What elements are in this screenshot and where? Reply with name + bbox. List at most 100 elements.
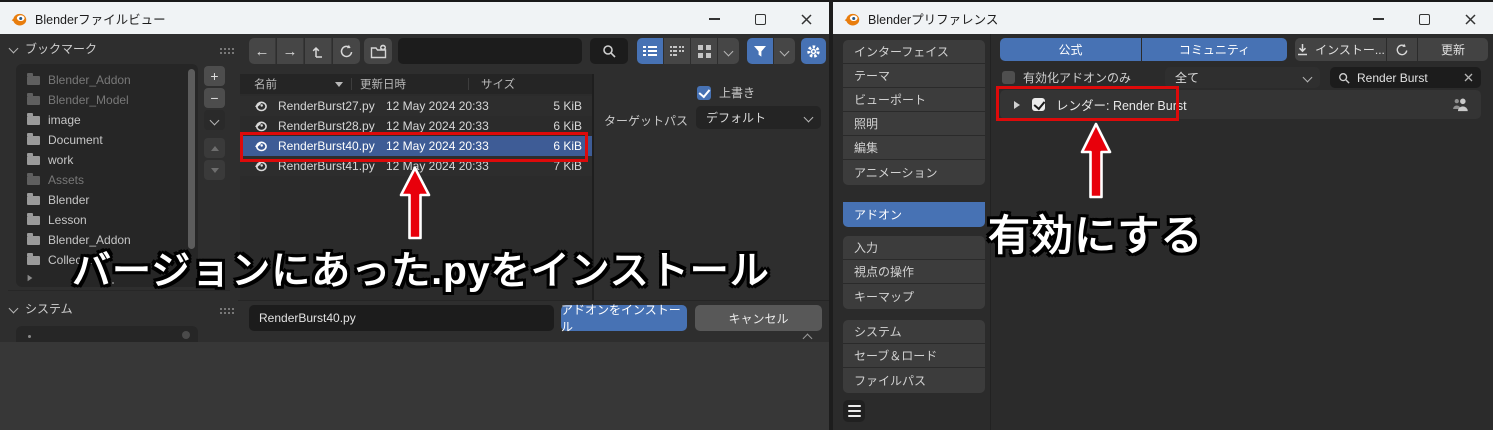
new-folder-button[interactable] bbox=[364, 38, 392, 64]
list-bullet-icon bbox=[28, 335, 31, 338]
minimize-button[interactable] bbox=[691, 4, 737, 34]
target-path-dropdown[interactable]: デフォルト bbox=[696, 106, 821, 129]
cancel-button[interactable]: キャンセル bbox=[695, 305, 822, 331]
tab-animation[interactable]: アニメーション bbox=[843, 160, 985, 185]
drag-handle-icon[interactable] bbox=[220, 47, 222, 50]
tab-input[interactable]: 入力 bbox=[843, 236, 985, 260]
file-date: 12 May 2024 20:33 bbox=[386, 99, 489, 113]
back-button[interactable]: ← bbox=[249, 38, 276, 64]
close-button[interactable] bbox=[1447, 4, 1493, 34]
file-row[interactable]: RenderBurst27.py 12 May 2024 20:33 5 KiB bbox=[240, 96, 592, 116]
move-bookmark-down-button[interactable] bbox=[204, 160, 225, 180]
tab-save-load[interactable]: セーブ＆ロード bbox=[843, 344, 985, 368]
tab-navigation[interactable]: 視点の操作 bbox=[843, 260, 985, 284]
search-icon bbox=[603, 45, 616, 58]
file-view-titlebar[interactable]: Blenderファイルビュー bbox=[0, 0, 829, 34]
view-horizontal-list-button[interactable] bbox=[664, 38, 690, 64]
folder-icon bbox=[27, 152, 40, 165]
move-bookmark-up-button[interactable] bbox=[204, 138, 225, 158]
parent-directory-button[interactable] bbox=[305, 38, 332, 64]
refresh-icon bbox=[340, 44, 353, 57]
chevron-down-icon bbox=[723, 46, 734, 56]
column-header-name[interactable]: 名前 bbox=[254, 76, 277, 92]
filename-filter-input[interactable] bbox=[398, 38, 582, 64]
tab-file-paths[interactable]: ファイルパス bbox=[843, 368, 985, 393]
tab-themes[interactable]: テーマ bbox=[843, 64, 985, 88]
column-divider[interactable] bbox=[468, 78, 469, 90]
settings-button[interactable] bbox=[801, 38, 826, 64]
minimize-icon bbox=[1372, 18, 1384, 20]
clear-search-icon[interactable] bbox=[1464, 73, 1473, 82]
remove-bookmark-button[interactable]: − bbox=[204, 88, 225, 108]
filename-input[interactable]: RenderBurst40.py bbox=[249, 305, 554, 331]
overwrite-option[interactable]: 上書き bbox=[697, 84, 755, 101]
bookmarks-scrollbar[interactable] bbox=[188, 69, 195, 249]
chevron-up-icon[interactable] bbox=[802, 333, 813, 344]
bookmarks-header[interactable]: ブックマーク bbox=[8, 40, 228, 57]
bookmark-item[interactable]: Document bbox=[16, 130, 198, 150]
maximize-button[interactable] bbox=[737, 4, 783, 34]
tab-viewport[interactable]: ビューポート bbox=[843, 88, 985, 112]
bookmark-label: Blender_Addon bbox=[48, 73, 131, 87]
view-thumbnail-button[interactable] bbox=[691, 38, 717, 64]
search-value: Render Burst bbox=[1357, 70, 1428, 85]
bookmark-item[interactable]: Blender bbox=[16, 190, 198, 210]
annotation-arrow-up bbox=[399, 166, 431, 240]
refresh-addons-button[interactable] bbox=[1387, 38, 1417, 61]
file-size: 6 KiB bbox=[553, 119, 582, 133]
bookmark-label: Blender bbox=[48, 193, 90, 207]
prefs-nav-group: システム セーブ＆ロード ファイルパス bbox=[843, 320, 985, 393]
chevron-down-icon bbox=[8, 43, 19, 54]
tab-interface[interactable]: インターフェイス bbox=[843, 40, 985, 64]
bookmark-item[interactable]: Blender_Model bbox=[16, 90, 198, 110]
bookmark-item[interactable]: Assets bbox=[16, 170, 198, 190]
install-button[interactable]: インストー... bbox=[1295, 38, 1386, 61]
category-dropdown[interactable]: 全て bbox=[1165, 67, 1320, 88]
tab-community[interactable]: コミュニティ bbox=[1142, 38, 1287, 61]
minimize-button[interactable] bbox=[1355, 4, 1401, 34]
bookmark-item[interactable]: Lesson bbox=[16, 210, 198, 230]
eject-icon[interactable] bbox=[182, 331, 190, 339]
tab-editing[interactable]: 編集 bbox=[843, 136, 985, 160]
bookmark-item[interactable]: image bbox=[16, 110, 198, 130]
tab-official[interactable]: 公式 bbox=[1000, 38, 1141, 61]
sort-descending-icon[interactable] bbox=[335, 81, 343, 87]
file-name: RenderBurst28.py bbox=[278, 119, 375, 133]
prefs-menu-button[interactable] bbox=[843, 400, 865, 422]
search-button[interactable] bbox=[590, 38, 628, 64]
close-button[interactable] bbox=[783, 4, 829, 34]
tab-keymap[interactable]: キーマップ bbox=[843, 284, 985, 309]
bookmark-label: Blender_Model bbox=[48, 93, 129, 107]
system-list bbox=[16, 326, 198, 342]
column-header-date[interactable]: 更新日時 bbox=[360, 76, 406, 92]
update-button[interactable]: 更新 bbox=[1418, 38, 1488, 61]
tab-addons[interactable]: アドオン bbox=[843, 202, 985, 227]
checkbox-checked-icon[interactable] bbox=[697, 85, 711, 100]
install-addon-button[interactable]: アドオンをインストール bbox=[561, 303, 687, 334]
bookmark-label: image bbox=[48, 113, 81, 127]
window-title: Blenderファイルビュー bbox=[35, 12, 166, 27]
filter-options-dropdown[interactable] bbox=[774, 38, 795, 64]
checkbox-unchecked-icon[interactable] bbox=[1002, 71, 1015, 84]
refresh-button[interactable] bbox=[333, 38, 360, 64]
tab-system[interactable]: システム bbox=[843, 320, 985, 344]
column-header-size[interactable]: サイズ bbox=[481, 76, 515, 92]
preferences-titlebar[interactable]: Blenderプリファレンス bbox=[833, 0, 1493, 34]
drag-handle-icon[interactable] bbox=[220, 307, 222, 310]
enabled-only-option[interactable]: 有効化アドオンのみ bbox=[1002, 69, 1131, 86]
add-bookmark-button[interactable]: + bbox=[204, 66, 225, 86]
file-date: 12 May 2024 20:33 bbox=[386, 119, 489, 133]
maximize-button[interactable] bbox=[1401, 4, 1447, 34]
bookmark-item[interactable]: work bbox=[16, 150, 198, 170]
view-options-dropdown[interactable] bbox=[718, 38, 739, 64]
view-vertical-list-button[interactable] bbox=[637, 38, 663, 64]
tab-lights[interactable]: 照明 bbox=[843, 112, 985, 136]
column-divider[interactable] bbox=[351, 78, 352, 90]
bookmark-options-button[interactable] bbox=[204, 110, 225, 130]
filter-button[interactable] bbox=[747, 38, 773, 64]
bookmark-item[interactable]: Blender_Addon bbox=[16, 70, 198, 90]
forward-button[interactable]: → bbox=[277, 38, 304, 64]
chevron-down-icon bbox=[1302, 72, 1313, 83]
system-header[interactable]: システム bbox=[8, 300, 228, 317]
addon-search-input[interactable]: Render Burst bbox=[1330, 67, 1481, 88]
